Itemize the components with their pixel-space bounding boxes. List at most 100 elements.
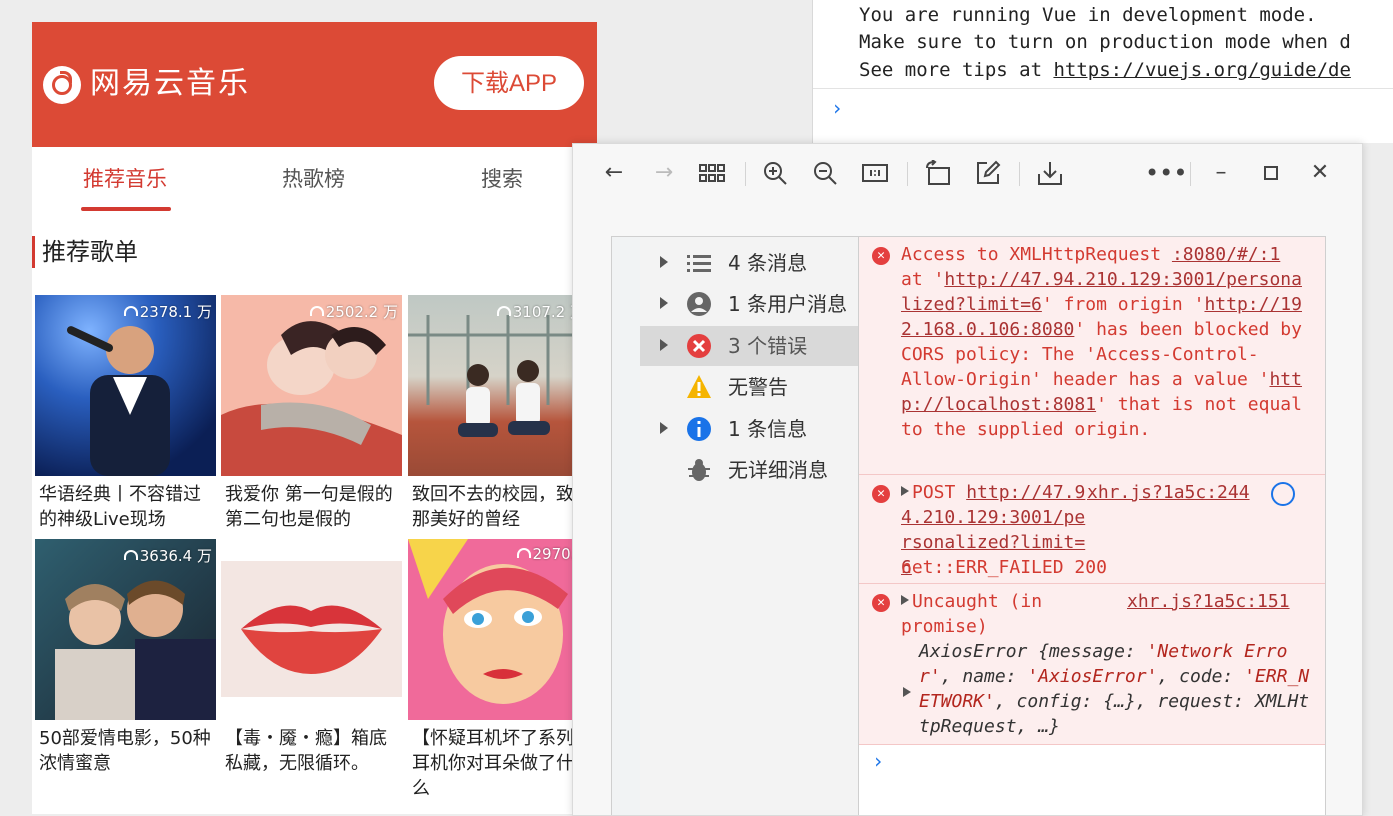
illustration-couple-image	[221, 321, 402, 476]
error-icon: ✕	[872, 485, 890, 503]
school-students-image	[408, 315, 589, 437]
playlist-title[interactable]: 【怀疑耳机坏了系列】耳机你对耳朵做了什么	[412, 726, 589, 801]
forward-arrow-icon[interactable]: →	[651, 160, 677, 186]
menu-item-user-messages[interactable]: 1 条用户消息	[640, 284, 858, 324]
devtools-screenshot: 4 条消息 1 条用户消息 3 个错误 无警告 1 条信息 无详细消息 ✕ Ac…	[611, 236, 1326, 815]
playlist-title[interactable]: 50部爱情电影，50种浓情蜜意	[39, 726, 216, 776]
playlist-cover[interactable]: 2502.2 万	[221, 295, 402, 476]
toolbar-separator	[745, 162, 746, 186]
error-icon	[686, 333, 712, 359]
playlist-title[interactable]: 【毒・魇・瘾】箱底私藏，无限循环。	[225, 726, 402, 776]
devtools-gutter	[612, 237, 640, 815]
play-count: 2502.2 万	[309, 301, 398, 322]
source-link[interactable]: xhr.js?1a5c:151	[1127, 589, 1290, 614]
viewer-toolbar: ← → ••• – ✕	[573, 144, 1362, 202]
cors-error-message: ✕ Access to XMLHttpRequest :8080/#/:1 at…	[859, 237, 1325, 475]
vue-guide-link[interactable]: https://vuejs.org/guide/de	[1053, 59, 1350, 81]
playlist-cover[interactable]: 2378.1 万	[35, 295, 216, 476]
info-icon	[686, 416, 712, 442]
expand-arrow-icon[interactable]	[901, 595, 909, 605]
playlist-title[interactable]: 我爱你 第一句是假的 第二句也是假的	[225, 482, 402, 532]
actual-size-icon[interactable]	[862, 160, 888, 186]
headphone-icon	[496, 306, 511, 316]
edit-icon[interactable]	[975, 160, 1001, 186]
playlist-card[interactable]: 2378.1 万 华语经典丨不容错过的神级Live现场	[35, 295, 216, 532]
section-title: 推荐歌单	[42, 238, 138, 266]
playlist-cover[interactable]	[221, 539, 402, 720]
playlist-card[interactable]: 【毒・魇・瘾】箱底私藏，无限循环。	[221, 539, 402, 776]
play-count: 3636.4 万	[123, 545, 212, 566]
error-icon: ✕	[872, 247, 890, 265]
section-accent	[32, 236, 35, 268]
menu-item-warnings[interactable]: 无警告	[640, 367, 858, 407]
zoom-out-icon[interactable]	[812, 160, 838, 186]
menu-item-messages[interactable]: 4 条消息	[640, 243, 858, 283]
divider	[813, 88, 1393, 89]
rotate-icon[interactable]	[925, 159, 951, 186]
console-line: Make sure to turn on production mode whe…	[859, 31, 1351, 53]
playlist-title[interactable]: 致回不去的校园，致那美好的曾经	[412, 482, 589, 532]
error-icon: ✕	[872, 594, 890, 612]
headphone-icon	[516, 548, 531, 558]
back-arrow-icon[interactable]: ←	[601, 160, 627, 186]
more-options-icon[interactable]: •••	[1145, 160, 1187, 186]
expand-arrow-icon[interactable]	[903, 687, 911, 697]
tab-search[interactable]: 搜索	[481, 163, 523, 193]
app-header: 网易云音乐 下载APP	[32, 22, 597, 147]
menu-item-verbose[interactable]: 无详细消息	[640, 450, 858, 490]
playlist-card[interactable]: 2970.7 【怀疑耳机坏了系列】耳机你对耳朵做了什么	[408, 539, 589, 801]
bug-icon	[686, 457, 712, 483]
red-lips-image	[221, 561, 402, 697]
console-line: See more tips at https://vuejs.org/guide…	[859, 59, 1351, 81]
headphone-icon	[309, 306, 324, 316]
source-link[interactable]: xhr.js?1a5c:244	[1087, 480, 1250, 505]
console-filter-menu: 4 条消息 1 条用户消息 3 个错误 无警告 1 条信息 无详细消息	[640, 237, 860, 815]
music-app: 网易云音乐 下载APP 推荐音乐 热歌榜 搜索 推荐歌单 2378.1 万 华语…	[32, 22, 597, 814]
close-icon[interactable]: ✕	[1307, 160, 1333, 186]
menu-item-info[interactable]: 1 条信息	[640, 409, 858, 449]
tab-bar: 推荐音乐 热歌榜 搜索	[32, 147, 597, 215]
console-prompt[interactable]: ›	[872, 749, 884, 773]
netease-logo-icon	[43, 66, 81, 104]
image-viewer-window: ← → ••• – ✕ 4 条消息 1 条用户消息 3 个错误 无警告 1 条信…	[572, 143, 1363, 816]
source-link[interactable]: :8080/#/:1	[1172, 244, 1280, 265]
expand-arrow-icon[interactable]	[660, 339, 668, 351]
grid-view-icon[interactable]	[699, 160, 725, 186]
active-tab-indicator	[81, 207, 171, 211]
browser-console: You are running Vue in development mode.…	[812, 0, 1393, 143]
console-prompt[interactable]: ›	[831, 96, 843, 120]
menu-item-errors[interactable]: 3 个错误	[640, 326, 858, 366]
minimize-icon[interactable]: –	[1208, 160, 1234, 186]
playlist-cover[interactable]: 3107.2 万	[408, 295, 589, 476]
expand-arrow-icon[interactable]	[660, 256, 668, 268]
list-icon	[686, 250, 712, 276]
playlist-card[interactable]: 3636.4 万 50部爱情电影，50种浓情蜜意	[35, 539, 216, 776]
playlist-card[interactable]: 3107.2 万 致回不去的校园，致那美好的曾经	[408, 295, 589, 532]
toolbar-separator	[1019, 162, 1020, 186]
expand-arrow-icon[interactable]	[660, 422, 668, 434]
singer-image	[66, 326, 170, 476]
toolbar-separator	[1190, 162, 1191, 186]
tab-recommended[interactable]: 推荐音乐	[83, 163, 167, 193]
playlist-title[interactable]: 华语经典丨不容错过的神级Live现场	[39, 482, 216, 532]
headphone-icon	[123, 306, 138, 316]
network-request-icon[interactable]	[1271, 482, 1295, 506]
post-error-message: ✕ POST http://47.94.210.129:3001/persona…	[859, 475, 1325, 584]
uncaught-error-message: ✕ Uncaught (in promise) xhr.js?1a5c:151 …	[859, 584, 1325, 745]
playlist-card[interactable]: 2502.2 万 我爱你 第一句是假的 第二句也是假的	[221, 295, 402, 532]
download-app-button[interactable]: 下载APP	[434, 56, 584, 110]
maximize-icon[interactable]	[1258, 160, 1284, 186]
brand-name: 网易云音乐	[90, 66, 250, 101]
playlist-cover[interactable]: 3636.4 万	[35, 539, 216, 720]
save-icon[interactable]	[1037, 160, 1063, 186]
tab-hot-songs[interactable]: 热歌榜	[282, 163, 345, 193]
expand-arrow-icon[interactable]	[901, 486, 909, 496]
zoom-in-icon[interactable]	[762, 160, 788, 186]
expand-arrow-icon[interactable]	[660, 297, 668, 309]
user-icon	[686, 291, 712, 317]
warning-icon	[686, 374, 712, 400]
headphone-icon	[123, 550, 138, 560]
pop-art-girl-image	[408, 539, 568, 704]
playlist-cover[interactable]: 2970.7	[408, 539, 589, 720]
console-log: ✕ Access to XMLHttpRequest :8080/#/:1 at…	[859, 237, 1325, 815]
